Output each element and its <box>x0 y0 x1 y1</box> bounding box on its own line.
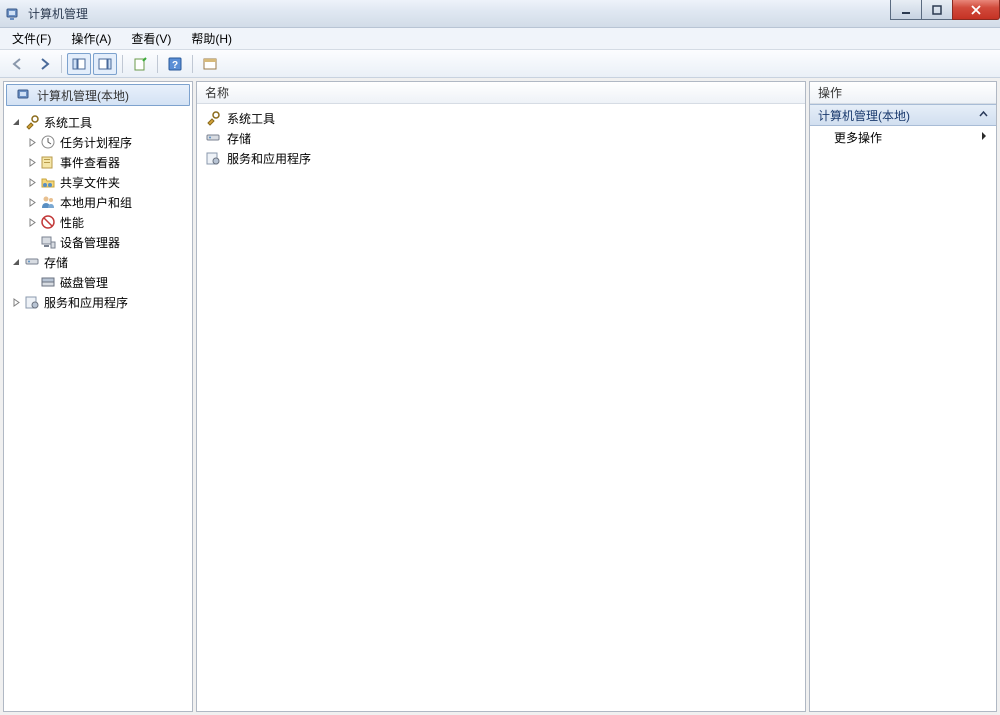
tree-label: 本地用户和组 <box>60 194 132 211</box>
menu-view[interactable]: 查看(V) <box>127 28 175 49</box>
show-hide-tree-button[interactable] <box>67 53 91 75</box>
workarea: 计算机管理(本地) 系统工具 任务计划程序 <box>0 78 1000 715</box>
tools-icon <box>205 110 221 126</box>
expand-icon[interactable] <box>26 136 38 148</box>
toolbar-separator-3 <box>157 55 158 73</box>
toolbar-separator <box>61 55 62 73</box>
tree-item-shared-folders[interactable]: 共享文件夹 <box>6 172 190 192</box>
properties-button[interactable] <box>128 53 152 75</box>
refresh-button[interactable] <box>198 53 222 75</box>
help-button[interactable]: ? <box>163 53 187 75</box>
performance-icon <box>40 214 56 230</box>
tree-label: 共享文件夹 <box>60 174 120 191</box>
toolbar: ? <box>0 50 1000 78</box>
chevron-up-icon <box>979 108 988 122</box>
maximize-button[interactable] <box>921 0 953 20</box>
expand-icon[interactable] <box>26 216 38 228</box>
actions-header-label: 操作 <box>818 84 842 101</box>
device-manager-icon <box>40 234 56 250</box>
tree-label: 任务计划程序 <box>60 134 132 151</box>
tools-icon <box>24 114 40 130</box>
expand-icon[interactable] <box>10 296 22 308</box>
list-item-storage[interactable]: 存储 <box>199 128 803 148</box>
menu-file[interactable]: 文件(F) <box>8 28 55 49</box>
chevron-right-icon <box>980 130 988 144</box>
list-body: 系统工具 存储 服务和应用程序 <box>197 104 805 172</box>
shared-folder-icon <box>40 174 56 190</box>
disk-icon <box>40 274 56 290</box>
list-item-label: 服务和应用程序 <box>227 150 311 167</box>
expand-icon[interactable] <box>26 176 38 188</box>
actions-body: 计算机管理(本地) 更多操作 <box>810 104 996 148</box>
tree-item-services-apps[interactable]: 服务和应用程序 <box>6 292 190 312</box>
back-button[interactable] <box>6 53 30 75</box>
menu-action[interactable]: 操作(A) <box>67 28 115 49</box>
actions-header: 操作 <box>810 82 996 104</box>
show-hide-action-button[interactable] <box>93 53 117 75</box>
toolbar-separator-2 <box>122 55 123 73</box>
services-icon <box>205 150 221 166</box>
tree-item-storage[interactable]: 存储 <box>6 252 190 272</box>
tree-label: 性能 <box>60 214 84 231</box>
window-controls <box>891 0 1000 20</box>
tree-item-task-scheduler[interactable]: 任务计划程序 <box>6 132 190 152</box>
titlebar: 计算机管理 <box>0 0 1000 28</box>
storage-icon <box>24 254 40 270</box>
tree-item-event-viewer[interactable]: 事件查看器 <box>6 152 190 172</box>
tree-label: 存储 <box>44 254 68 271</box>
tree-label: 磁盘管理 <box>60 274 108 291</box>
tree-label: 设备管理器 <box>60 234 120 251</box>
list-item-services-apps[interactable]: 服务和应用程序 <box>199 148 803 168</box>
tree-root-label: 计算机管理(本地) <box>37 87 129 104</box>
tree-item-device-manager[interactable]: 设备管理器 <box>6 232 190 252</box>
app-icon <box>6 6 22 22</box>
users-icon <box>40 194 56 210</box>
collapse-icon[interactable] <box>10 256 22 268</box>
storage-icon <box>205 130 221 146</box>
menu-help[interactable]: 帮助(H) <box>187 28 236 49</box>
list-item-system-tools[interactable]: 系统工具 <box>199 108 803 128</box>
forward-button[interactable] <box>32 53 56 75</box>
computer-icon <box>17 87 33 103</box>
tree-panel: 计算机管理(本地) 系统工具 任务计划程序 <box>3 81 193 712</box>
list-item-label: 系统工具 <box>227 110 275 127</box>
tree-item-disk-management[interactable]: 磁盘管理 <box>6 272 190 292</box>
close-button[interactable] <box>952 0 1000 20</box>
tree-item-local-users[interactable]: 本地用户和组 <box>6 192 190 212</box>
tree-label: 系统工具 <box>44 114 92 131</box>
minimize-button[interactable] <box>890 0 922 20</box>
collapse-icon[interactable] <box>10 116 22 128</box>
actions-section[interactable]: 计算机管理(本地) <box>810 104 996 126</box>
tree-item-system-tools[interactable]: 系统工具 <box>6 112 190 132</box>
list-column-header[interactable]: 名称 <box>197 82 805 104</box>
window-title: 计算机管理 <box>28 5 88 22</box>
actions-panel: 操作 计算机管理(本地) 更多操作 <box>809 81 997 712</box>
clock-icon <box>40 134 56 150</box>
actions-more-label: 更多操作 <box>834 129 882 146</box>
actions-more[interactable]: 更多操作 <box>810 126 996 148</box>
event-viewer-icon <box>40 154 56 170</box>
tree: 系统工具 任务计划程序 事件查看器 <box>4 108 192 316</box>
column-header-label: 名称 <box>205 84 229 101</box>
list-panel: 名称 系统工具 存储 <box>196 81 806 712</box>
app-window: 计算机管理 文件(F) 操作(A) 查看(V) 帮助(H) <box>0 0 1000 715</box>
svg-text:?: ? <box>172 60 178 71</box>
menubar: 文件(F) 操作(A) 查看(V) 帮助(H) <box>0 28 1000 50</box>
expand-icon[interactable] <box>26 156 38 168</box>
tree-item-performance[interactable]: 性能 <box>6 212 190 232</box>
expand-icon[interactable] <box>26 196 38 208</box>
tree-label: 服务和应用程序 <box>44 294 128 311</box>
list-item-label: 存储 <box>227 130 251 147</box>
tree-label: 事件查看器 <box>60 154 120 171</box>
actions-section-label: 计算机管理(本地) <box>818 107 910 124</box>
tree-root-selected[interactable]: 计算机管理(本地) <box>6 84 190 106</box>
services-icon <box>24 294 40 310</box>
toolbar-separator-4 <box>192 55 193 73</box>
